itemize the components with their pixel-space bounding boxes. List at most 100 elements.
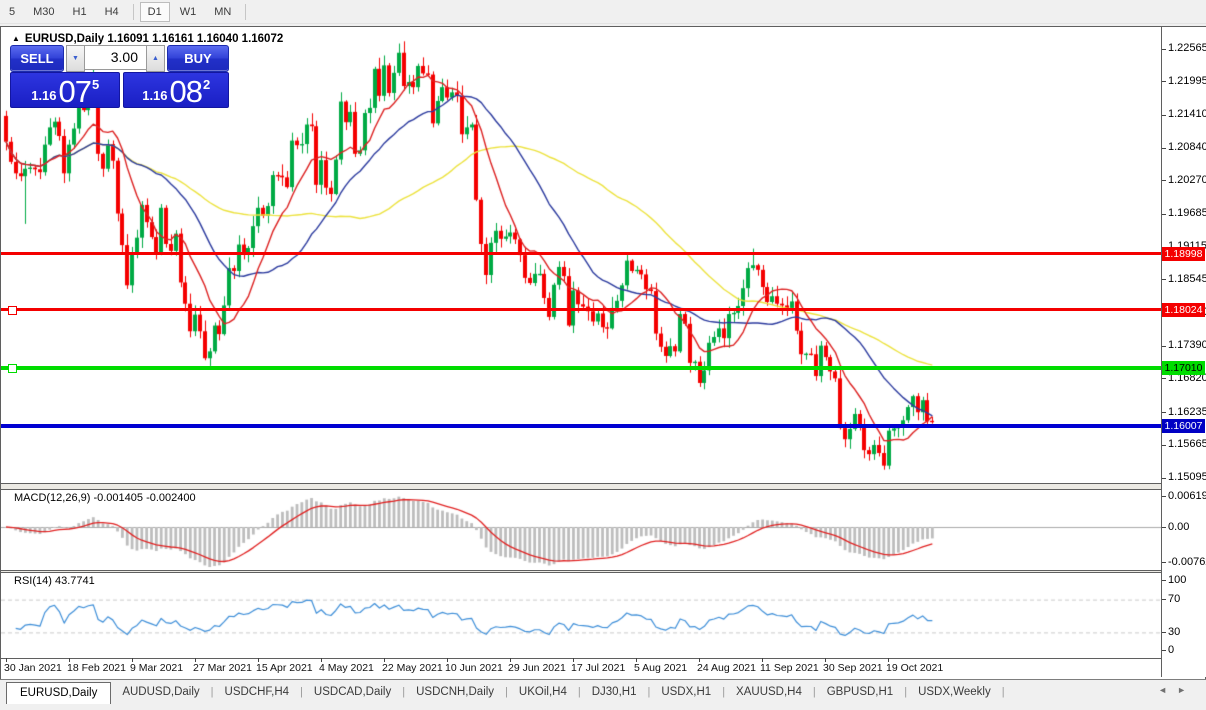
chart-symbol: EURUSD,Daily xyxy=(25,33,104,45)
chart-tab-eurusd-daily[interactable]: EURUSD,Daily xyxy=(6,682,111,705)
price-axis-tick xyxy=(1162,279,1166,280)
price-axis-tick xyxy=(1162,49,1166,50)
date-axis-value: 18 Feb 2021 xyxy=(67,662,126,674)
triangle-down-icon: ▼ xyxy=(72,55,79,62)
ask-price-pip: 2 xyxy=(203,77,210,92)
tab-separator: | xyxy=(1002,686,1005,698)
volume-increase-button[interactable]: ▲ xyxy=(146,45,165,72)
line-handle[interactable] xyxy=(8,364,17,373)
sell-button[interactable]: SELL xyxy=(10,45,64,72)
ask-price-prefix: 1.16 xyxy=(142,86,167,106)
chart-tab-audusd-daily[interactable]: AUDUSD,Daily xyxy=(111,682,210,702)
chart-tab-xauusd-h4[interactable]: XAUUSD,H4 xyxy=(725,682,813,702)
one-click-trade-panel: SELL ▼ 3.00 ▲ BUY 1.16075 1.16082 xyxy=(10,45,229,108)
panel-divider[interactable] xyxy=(1,570,1161,573)
price-axis-tick xyxy=(1162,378,1166,379)
horizontal-line-1.16007[interactable] xyxy=(1,424,1161,428)
price-line-label-1.17010: 1.17010 xyxy=(1162,361,1205,375)
trade-buttons-row: SELL ▼ 3.00 ▲ BUY xyxy=(10,45,229,70)
chart-tab-gbpusd-h1[interactable]: GBPUSD,H1 xyxy=(816,682,904,702)
macd-axis-tick xyxy=(1162,562,1166,563)
timeframe-button-m30[interactable]: M30 xyxy=(25,2,62,22)
triangle-up-icon: ▲ xyxy=(12,34,20,43)
timeframe-button-5[interactable]: 5 xyxy=(1,2,23,22)
date-axis-value: 29 Jun 2021 xyxy=(508,662,566,674)
bid-price-main: 07 xyxy=(59,77,91,106)
rsi-axis-tick xyxy=(1162,632,1166,633)
line-handle[interactable] xyxy=(8,306,17,315)
chart-tab-usdcnh-daily[interactable]: USDCNH,Daily xyxy=(405,682,505,702)
rsi-indicator-canvas[interactable] xyxy=(1,573,1161,657)
chart-tab-dj30-h1[interactable]: DJ30,H1 xyxy=(581,682,648,702)
date-axis-value: 27 Mar 2021 xyxy=(193,662,252,674)
price-axis-tick xyxy=(1162,478,1166,479)
macd-axis-tick xyxy=(1162,496,1166,497)
chart-tab-usdchf-h4[interactable]: USDCHF,H4 xyxy=(214,682,301,702)
triangle-up-icon: ▲ xyxy=(152,55,159,62)
bid-price-pip: 5 xyxy=(92,77,99,92)
price-axis-tick xyxy=(1162,445,1166,446)
timeframe-button-mn[interactable]: MN xyxy=(206,2,239,22)
price-line-label-1.16007: 1.16007 xyxy=(1162,419,1205,433)
rsi-axis-value: 70 xyxy=(1168,593,1180,605)
date-axis-value: 10 Jun 2021 xyxy=(445,662,503,674)
horizontal-line-1.17010[interactable] xyxy=(1,366,1161,370)
chart-title: ▲EURUSD,Daily 1.16091 1.16161 1.16040 1.… xyxy=(12,33,283,45)
trade-prices-row: 1.16075 1.16082 xyxy=(10,72,229,108)
date-axis-value: 15 Apr 2021 xyxy=(256,662,313,674)
ask-price-main: 08 xyxy=(170,77,202,106)
price-line-label-1.18998: 1.18998 xyxy=(1162,247,1205,261)
bid-price[interactable]: 1.16075 xyxy=(10,72,120,108)
panel-divider[interactable] xyxy=(1,483,1161,490)
timeframe-button-d1[interactable]: D1 xyxy=(140,2,170,22)
price-axis-value: 1.17390 xyxy=(1168,339,1206,351)
price-axis-tick xyxy=(1162,412,1166,413)
price-axis-tick xyxy=(1162,148,1166,149)
price-axis-tick xyxy=(1162,180,1166,181)
price-axis-value: 1.15665 xyxy=(1168,438,1206,450)
price-axis-value: 1.20270 xyxy=(1168,174,1206,186)
horizontal-line-1.18998[interactable] xyxy=(1,252,1161,255)
chart-tab-usdcad-daily[interactable]: USDCAD,Daily xyxy=(303,682,402,702)
rsi-axis-value: 100 xyxy=(1168,574,1186,586)
chart-tab-usdx-weekly[interactable]: USDX,Weekly xyxy=(907,682,1002,702)
price-axis-value: 1.16235 xyxy=(1168,406,1206,418)
buy-button[interactable]: BUY xyxy=(167,45,229,72)
price-axis-tick xyxy=(1162,214,1166,215)
price-axis-value: 1.15095 xyxy=(1168,471,1206,483)
date-axis-value: 9 Mar 2021 xyxy=(130,662,183,674)
price-axis-value: 1.21995 xyxy=(1168,75,1206,87)
chart-tab-usdx-h1[interactable]: USDX,H1 xyxy=(650,682,722,702)
price-line-label-1.18024: 1.18024 xyxy=(1162,303,1205,317)
horizontal-line-1.18024[interactable] xyxy=(1,308,1161,311)
date-axis-value: 17 Jul 2021 xyxy=(571,662,625,674)
chart-tabs-bar: EURUSD,DailyAUDUSD,Daily|USDCHF,H4|USDCA… xyxy=(0,679,1206,705)
volume-decrease-button[interactable]: ▼ xyxy=(66,45,85,72)
trading-platform-window: 5M30H1H4D1W1MN ▲EURUSD,Daily 1.16091 1.1… xyxy=(0,0,1206,710)
date-axis-value: 24 Aug 2021 xyxy=(697,662,756,674)
macd-label: MACD(12,26,9) -0.001405 -0.002400 xyxy=(14,492,196,504)
price-axis-value: 1.22565 xyxy=(1168,42,1206,54)
price-axis-tick xyxy=(1162,115,1166,116)
date-axis-value: 4 May 2021 xyxy=(319,662,374,674)
volume-input[interactable]: 3.00 xyxy=(85,45,146,70)
price-axis-value: 1.19685 xyxy=(1168,207,1206,219)
date-axis-value: 22 May 2021 xyxy=(382,662,443,674)
ask-price[interactable]: 1.16082 xyxy=(123,72,229,108)
date-axis-value: 5 Aug 2021 xyxy=(634,662,687,674)
timeframe-button-h4[interactable]: H4 xyxy=(97,2,127,22)
timeframe-button-h1[interactable]: H1 xyxy=(65,2,95,22)
scroll-left-icon[interactable]: ◄ xyxy=(1158,685,1177,695)
price-axis-value: 1.20840 xyxy=(1168,141,1206,153)
tab-scroll-arrows[interactable]: ◄► xyxy=(1158,685,1196,695)
price-axis-tick xyxy=(1162,346,1166,347)
macd-axis-value: 0.006193 xyxy=(1168,490,1206,502)
volume-spinner: ▼ 3.00 ▲ xyxy=(66,45,165,70)
date-axis-value: 11 Sep 2021 xyxy=(760,662,819,674)
scroll-right-icon[interactable]: ► xyxy=(1177,685,1196,695)
rsi-label: RSI(14) 43.7741 xyxy=(14,575,95,587)
toolbar-separator xyxy=(245,4,246,20)
price-axis-tick xyxy=(1162,81,1166,82)
chart-tab-ukoil-h4[interactable]: UKOil,H4 xyxy=(508,682,578,702)
timeframe-button-w1[interactable]: W1 xyxy=(172,2,205,22)
